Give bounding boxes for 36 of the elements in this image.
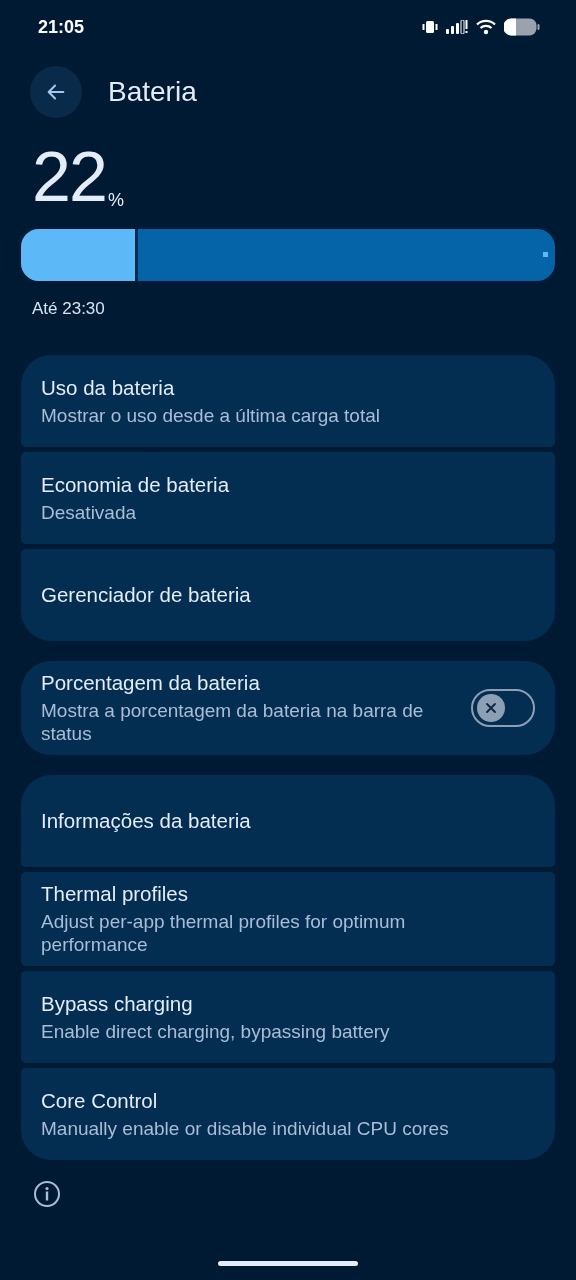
item-title: Porcentagem da bateria: [41, 671, 261, 695]
settings-item[interactable]: Thermal profiles Adjust per-app thermal profiles for optimum performance: [21, 872, 555, 966]
item-title: Economia de bateria: [41, 472, 231, 497]
percent-unit: %: [107, 190, 124, 210]
back-button[interactable]: [30, 66, 82, 118]
item-subtitle: Adjust per-app thermal profiles for optimum performance: [41, 910, 407, 956]
wifi-icon: [476, 19, 496, 35]
settings-item[interactable]: Porcentagem da bateria Mostra a porcentagem da bateria na barra de status: [21, 661, 555, 755]
settings-item[interactable]: Economia de bateria Desativada: [21, 452, 555, 544]
item-title: Thermal profiles: [41, 882, 189, 906]
item-subtitle: Manually enable or disable individual CPU cores: [41, 1116, 450, 1140]
item-subtitle: Mostrar o uso desde a última carga total: [41, 403, 381, 427]
signal-icon: [446, 20, 468, 34]
item-subtitle: Mostra a porcentagem da bateria na barra de status: [41, 699, 425, 745]
item-title: Gerenciador de bateria: [41, 583, 252, 607]
item-subtitle: Desativada: [41, 500, 138, 524]
settings-item[interactable]: Core Control Manually enable or disable individual CPU cores: [21, 1068, 555, 1160]
end-marker: [543, 252, 548, 257]
close-icon: [484, 701, 498, 715]
page-title: Bateria: [108, 76, 197, 108]
item-subtitle: Enable direct charging, bypassing battery: [41, 1019, 391, 1043]
battery-percent: 22: [32, 144, 106, 210]
item-title: Uso da bateria: [41, 375, 176, 400]
item-title: Informações da bateria: [41, 809, 252, 833]
toggle-switch[interactable]: [471, 689, 535, 727]
settings-item[interactable]: Informações da bateria: [21, 775, 555, 867]
status-time: 21:05: [38, 16, 85, 38]
item-title: Bypass charging: [41, 991, 194, 1016]
battery-estimate: Até 23:30: [31, 298, 106, 319]
info-icon: [33, 1180, 61, 1208]
settings-item[interactable]: Bypass charging Enable direct charging, bypassing battery: [21, 971, 555, 1063]
settings-item[interactable]: Gerenciador de bateria: [21, 549, 555, 641]
vibrate-icon: [422, 20, 438, 34]
item-title: Core Control: [41, 1088, 159, 1113]
settings-item[interactable]: Uso da bateria Mostrar o uso desde a última carga total: [21, 355, 555, 447]
battery-icon: [504, 18, 540, 36]
